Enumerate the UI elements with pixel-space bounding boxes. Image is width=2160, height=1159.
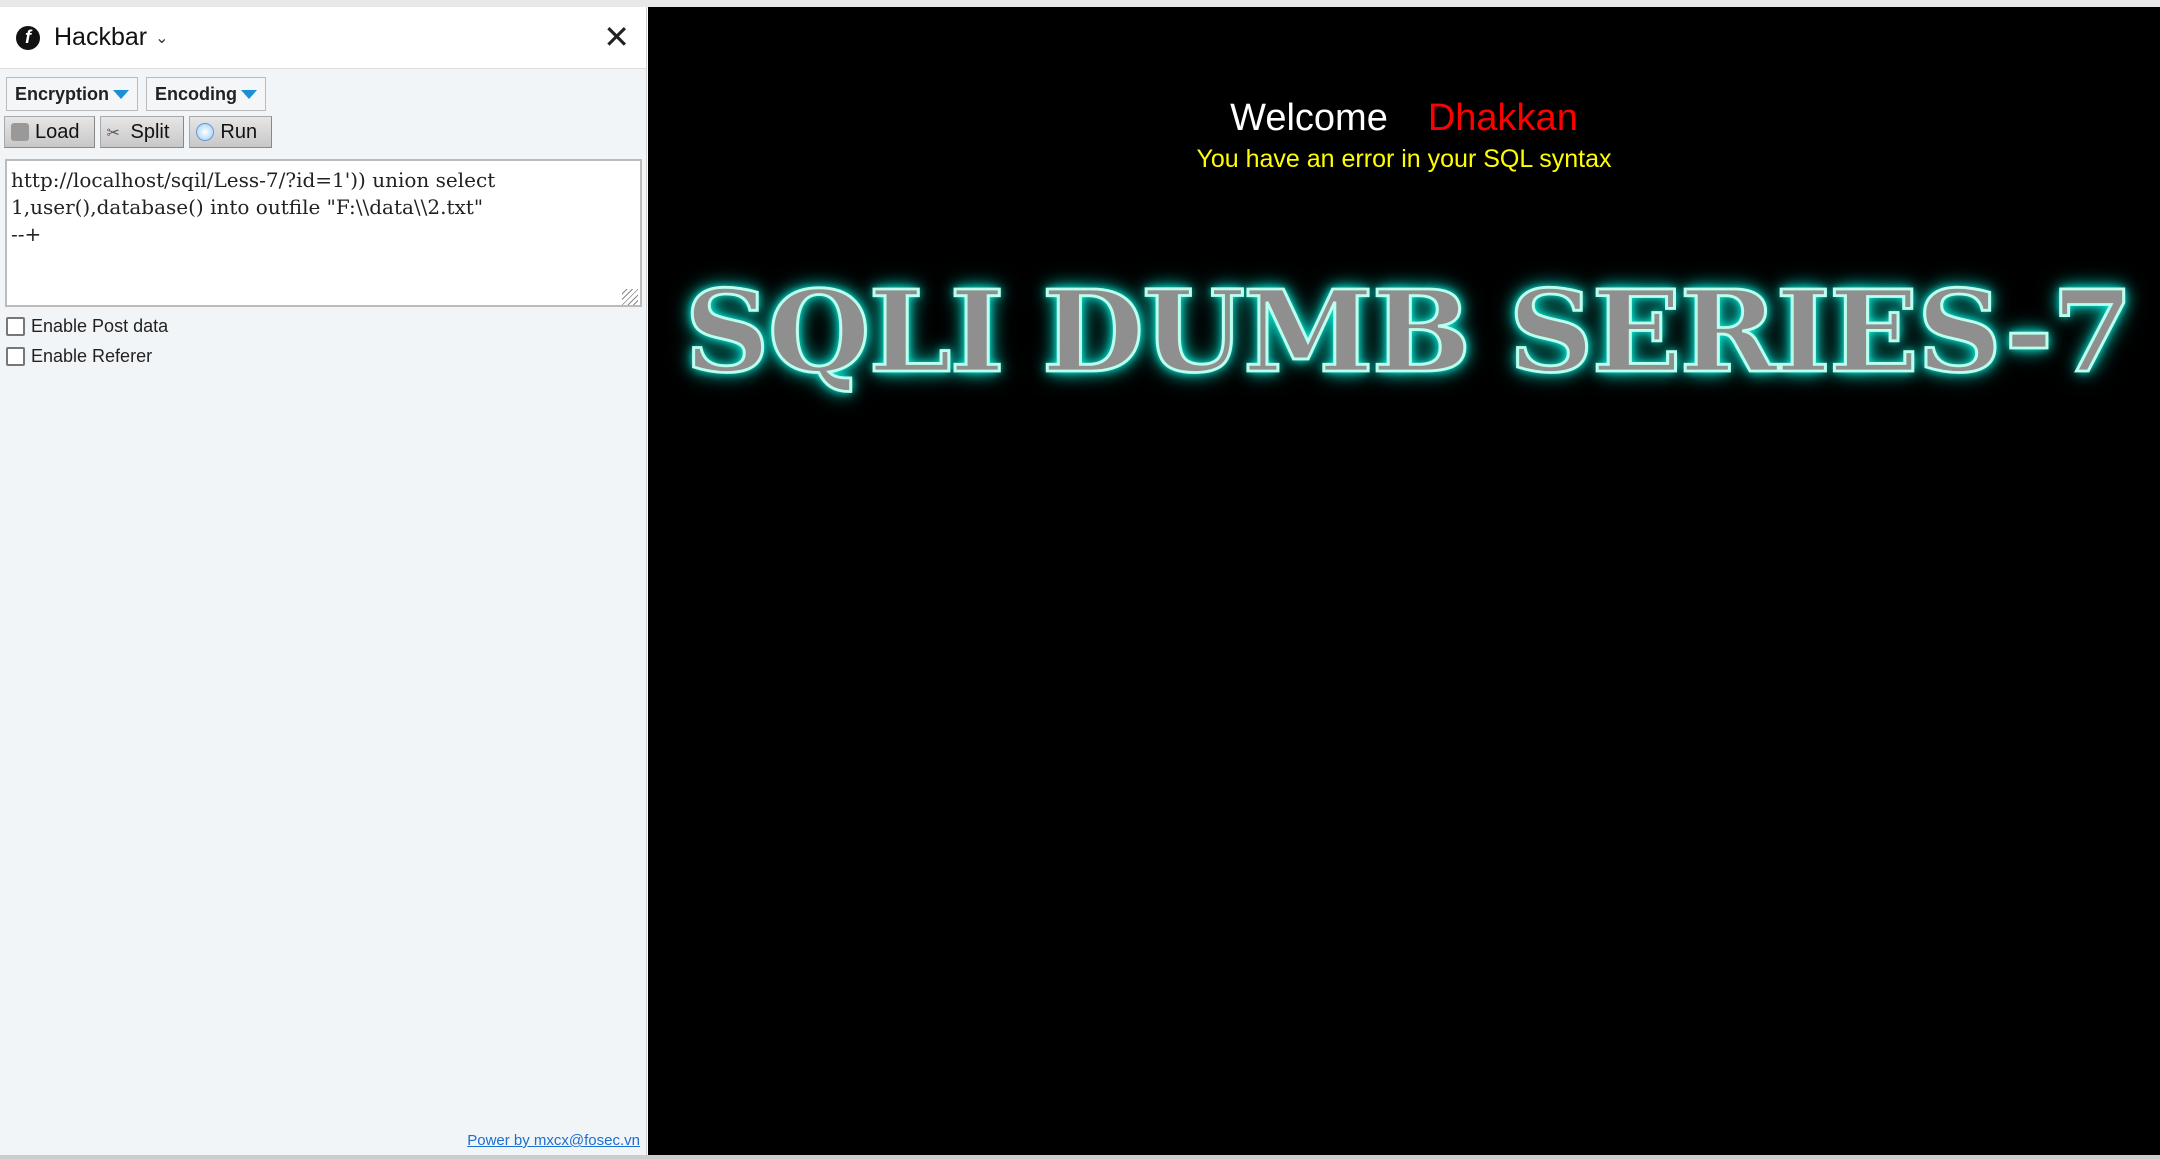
hackbar-sidebar: f Hackbar ⌄ ✕ Encryption Encoding Load ✂… [0,7,647,1155]
split-label: Split [130,120,170,143]
close-icon[interactable]: ✕ [603,19,630,55]
dropdown-arrow-icon [113,89,130,99]
split-button[interactable]: ✂ Split [99,116,185,148]
enable-referer-checkbox[interactable]: Enable Referer [6,346,152,367]
footer-link[interactable]: Power by mxcx@fosec.vn [467,1132,640,1149]
firefox-extension-icon: f [16,25,40,50]
dropdown-arrow-icon [241,89,258,99]
encoding-dropdown[interactable]: Encoding [146,77,267,111]
checkbox-box[interactable] [6,347,25,366]
url-textarea[interactable]: http://localhost/sqil/Less-7/?id=1')) un… [5,159,642,307]
sidebar-header: f Hackbar ⌄ ✕ [0,7,646,69]
welcome-text: Welcome [1230,97,1388,139]
page-content: Welcome Dhakkan You have an error in your… [648,7,2160,1156]
encoding-label: Encoding [155,83,238,104]
load-label: Load [35,120,80,143]
scissors-icon: ✂ [106,125,120,142]
encryption-dropdown[interactable]: Encryption [6,77,139,111]
chevron-down-icon[interactable]: ⌄ [155,28,168,48]
enable-post-label: Enable Post data [31,316,169,336]
welcome-line: Welcome Dhakkan [648,97,2160,140]
enable-post-checkbox[interactable]: Enable Post data [6,316,168,337]
bottom-scrollbar[interactable] [0,1155,2160,1159]
resize-grip-icon[interactable] [622,289,638,305]
run-label: Run [220,120,258,143]
play-icon [196,123,215,141]
encryption-label: Encryption [15,83,110,104]
series-banner: SQLI DUMB SERIES-7 [683,264,2135,399]
enable-referer-label: Enable Referer [31,346,153,366]
load-button[interactable]: Load [4,116,95,148]
checkbox-box[interactable] [6,317,25,336]
error-message: You have an error in your SQL syntax [1196,145,1612,173]
sidebar-title[interactable]: Hackbar [54,23,147,52]
user-name: Dhakkan [1427,97,1578,139]
run-button[interactable]: Run [189,116,273,148]
browser-top-strip [0,0,2160,7]
load-icon [11,123,29,141]
